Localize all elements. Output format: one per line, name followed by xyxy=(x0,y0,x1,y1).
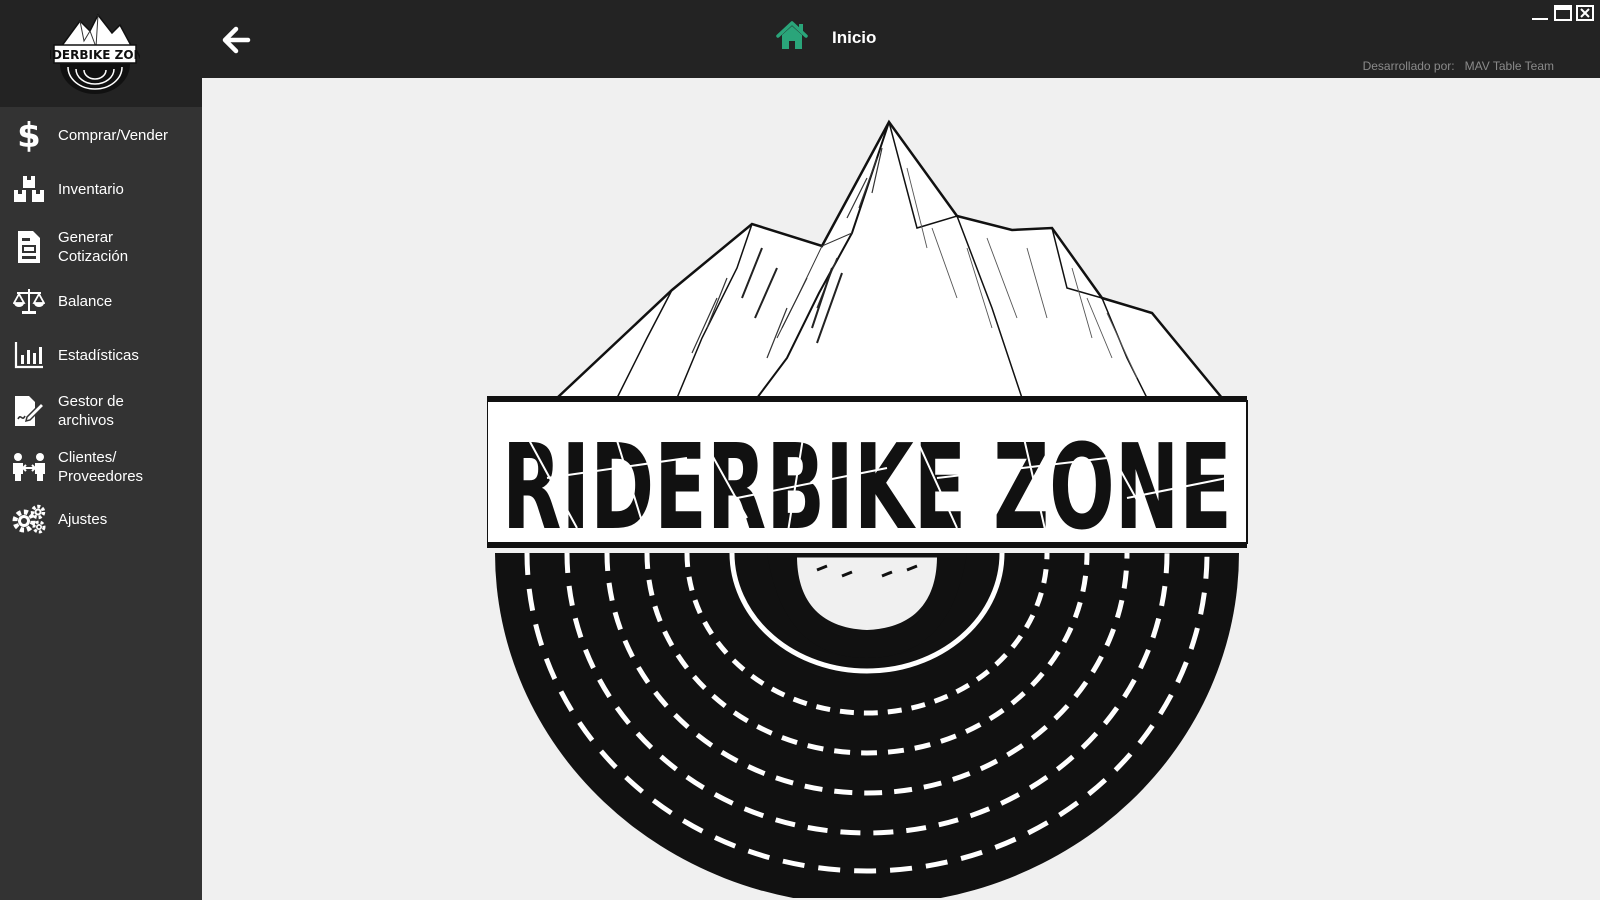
sidebar-item-label: Inventario xyxy=(58,180,124,198)
sidebar-item-label: Gestor de archivos xyxy=(58,393,124,429)
sidebar-item-estadisticas[interactable]: Estadísticas xyxy=(0,332,202,378)
document-icon xyxy=(0,230,58,264)
top-bar: Inicio Desarrollado por: MAV Table Team xyxy=(202,0,1600,78)
sidebar-item-ajustes[interactable]: Ajustes xyxy=(0,496,202,542)
developer-credit-team: MAV Table Team xyxy=(1464,59,1554,73)
sidebar-item-gestor-archivos[interactable]: Gestor de archivos xyxy=(0,384,202,438)
scale-icon xyxy=(0,287,58,315)
gears-icon xyxy=(0,504,58,534)
app-logo-text: RIDERBIKE ZONE xyxy=(50,48,140,62)
minimize-icon xyxy=(1532,18,1548,20)
hero-logo-text: RIDERBIKE ZONE xyxy=(502,418,1232,556)
back-button[interactable] xyxy=(218,22,254,58)
home-icon xyxy=(776,21,808,56)
boxes-icon xyxy=(0,174,58,204)
cassette-gear-illustration xyxy=(495,552,1239,898)
arrow-left-icon xyxy=(222,26,251,54)
sidebar-item-label: Estadísticas xyxy=(58,346,139,364)
main-content: RIDERBIKE ZONE xyxy=(202,78,1600,900)
maximize-icon xyxy=(1554,5,1572,21)
page-title: Inicio xyxy=(832,28,877,47)
mountains-illustration xyxy=(553,119,1225,400)
sidebar-item-balance[interactable]: Balance xyxy=(0,278,202,324)
file-signature-icon xyxy=(0,395,58,427)
close-icon xyxy=(1576,5,1594,21)
app-logo: RIDERBIKE ZONE xyxy=(50,13,140,94)
sidebar-item-label: Balance xyxy=(58,292,113,310)
sidebar-item-label: Generar Cotización xyxy=(58,229,129,265)
svg-text:$: $ xyxy=(17,118,41,152)
sidebar-item-label: Clientes/ Proveedores xyxy=(58,449,144,485)
sidebar-item-label: Comprar/Vender xyxy=(58,126,169,144)
bar-chart-icon xyxy=(0,341,58,369)
sidebar-item-generar-cotizacion[interactable]: Generar Cotización xyxy=(0,220,202,274)
hero-logo: RIDERBIKE ZONE xyxy=(487,119,1248,898)
dollar-icon: $ xyxy=(0,118,58,152)
sidebar-item-clientes-proveedores[interactable]: Clientes/ Proveedores xyxy=(0,440,202,494)
maximize-button[interactable] xyxy=(1553,4,1573,22)
sidebar-item-inventario[interactable]: Inventario xyxy=(0,166,202,212)
developer-credit-label: Desarrollado por: xyxy=(1362,59,1455,73)
sidebar: RIDERBIKE ZONE $ Comprar/Vender Inventar… xyxy=(0,0,202,900)
sidebar-item-label: Ajustes xyxy=(58,510,108,528)
sidebar-item-comprar-vender[interactable]: $ Comprar/Vender xyxy=(0,112,202,158)
people-exchange-icon xyxy=(0,452,58,482)
developer-credit: Desarrollado por: MAV Table Team xyxy=(1363,59,1554,73)
sidebar-logo-area: RIDERBIKE ZONE xyxy=(0,0,202,107)
minimize-button[interactable] xyxy=(1530,4,1550,22)
close-button[interactable] xyxy=(1575,4,1595,22)
